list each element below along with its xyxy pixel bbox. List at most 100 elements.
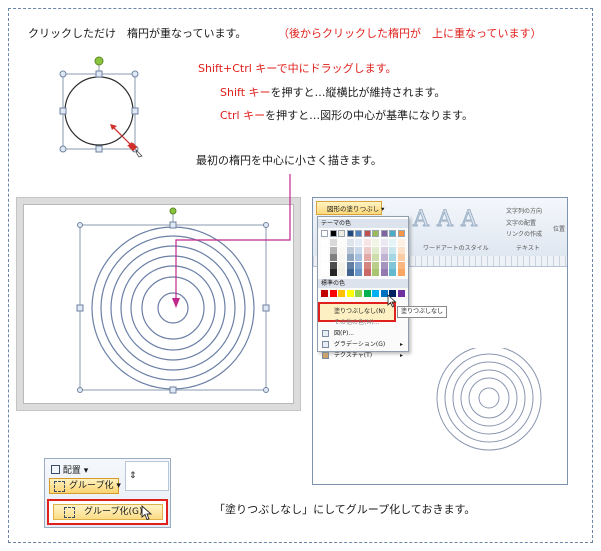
theme-color-shade[interactable]	[329, 246, 337, 254]
menu-other-colors[interactable]: その他の色(M)...	[320, 317, 406, 328]
ribbon-text-group: テキスト	[516, 245, 540, 252]
theme-color-shade[interactable]	[355, 261, 362, 269]
picture-icon	[322, 330, 329, 337]
wordart-style-a3[interactable]: A	[459, 207, 479, 232]
theme-color-shade[interactable]	[355, 254, 362, 261]
theme-color-shade[interactable]	[380, 246, 388, 254]
theme-color-shade[interactable]	[346, 239, 354, 246]
theme-color-shade[interactable]	[389, 254, 396, 261]
submenu-arrow-icon: ▸	[399, 352, 403, 359]
theme-color-swatch[interactable]	[372, 230, 379, 237]
mouse-pointer-icon	[387, 294, 397, 308]
theme-color-shade[interactable]	[380, 261, 388, 269]
concentric-ellipses-no-fill	[436, 348, 542, 451]
theme-color-shade[interactable]	[372, 269, 379, 276]
theme-color-shade[interactable]	[363, 246, 371, 254]
theme-color-shade[interactable]	[329, 261, 337, 269]
standard-color-swatch[interactable]	[329, 290, 337, 297]
theme-color-shade[interactable]	[355, 246, 362, 254]
theme-color-shade[interactable]	[380, 254, 388, 261]
standard-color-swatch[interactable]	[338, 290, 345, 297]
theme-color-shade[interactable]	[321, 254, 328, 261]
standard-color-swatch[interactable]	[355, 290, 362, 297]
theme-color-shade[interactable]	[389, 239, 396, 246]
theme-color-swatch[interactable]	[321, 230, 328, 237]
theme-color-shade[interactable]	[389, 269, 396, 276]
standard-color-swatch[interactable]	[363, 290, 371, 297]
menu-texture[interactable]: テクスチャ(T) ▸	[320, 350, 406, 361]
theme-color-shade[interactable]	[329, 269, 337, 276]
theme-color-shade[interactable]	[372, 246, 379, 254]
menu-picture[interactable]: 図(P)...	[320, 328, 406, 339]
theme-color-shade[interactable]	[355, 269, 362, 276]
theme-color-shade[interactable]	[338, 269, 345, 276]
theme-color-shade[interactable]	[397, 246, 405, 254]
arrange-icon	[51, 465, 60, 474]
theme-color-shade[interactable]	[346, 269, 354, 276]
theme-color-shade[interactable]	[363, 239, 371, 246]
theme-color-shade[interactable]	[389, 246, 396, 254]
wordart-style-a1[interactable]: A	[411, 207, 431, 232]
standard-colors-header: 標準の色	[318, 279, 408, 288]
theme-color-swatch[interactable]	[329, 230, 337, 237]
size-field[interactable]: ⇕	[125, 461, 169, 491]
theme-color-shade[interactable]	[372, 239, 379, 246]
standard-color-swatch[interactable]	[372, 290, 379, 297]
theme-colors-header: テーマの色	[318, 219, 408, 228]
theme-color-swatch[interactable]	[346, 230, 354, 237]
ribbon-text-direction[interactable]: 文字列の方向	[506, 206, 542, 215]
theme-color-swatch[interactable]	[363, 230, 371, 237]
picture-label: 図(P)...	[334, 330, 355, 337]
theme-color-shade[interactable]	[321, 269, 328, 276]
group-button[interactable]: グループ化 ▾	[49, 478, 121, 494]
theme-color-shade[interactable]	[329, 239, 337, 246]
shape-fill-button[interactable]: 図形の塗りつぶし ▾	[316, 201, 384, 215]
theme-color-shade[interactable]	[389, 261, 396, 269]
theme-color-shade[interactable]	[380, 269, 388, 276]
theme-color-shade[interactable]	[397, 261, 405, 269]
theme-color-swatch[interactable]	[389, 230, 396, 237]
theme-color-shade[interactable]	[338, 246, 345, 254]
theme-color-shade[interactable]	[338, 261, 345, 269]
menu-gradient[interactable]: グラデーション(G) ▸	[320, 339, 406, 350]
theme-color-swatch[interactable]	[338, 230, 345, 237]
theme-color-shade[interactable]	[346, 254, 354, 261]
theme-color-shade[interactable]	[380, 239, 388, 246]
theme-color-swatch[interactable]	[355, 230, 362, 237]
arrange-button[interactable]: 配置 ▾	[51, 463, 88, 476]
theme-color-shade[interactable]	[363, 254, 371, 261]
standard-color-swatch[interactable]	[321, 290, 328, 297]
theme-color-shade[interactable]	[363, 269, 371, 276]
standard-color-swatch[interactable]	[397, 290, 405, 297]
theme-color-shade[interactable]	[372, 254, 379, 261]
ribbon-position[interactable]: 位置	[553, 224, 565, 233]
standard-color-swatch[interactable]	[346, 290, 354, 297]
theme-color-shade[interactable]	[346, 246, 354, 254]
theme-color-shade[interactable]	[338, 254, 345, 261]
arrange-label: 配置	[62, 466, 81, 476]
submenu-arrow-icon: ▸	[399, 341, 403, 348]
theme-color-shade[interactable]	[321, 246, 328, 254]
theme-color-shade[interactable]	[372, 261, 379, 269]
ribbon-create-link[interactable]: リンクの作成	[506, 229, 542, 238]
theme-color-shade[interactable]	[355, 239, 362, 246]
texture-label: テクスチャ(T)	[334, 352, 373, 359]
theme-color-swatch[interactable]	[380, 230, 388, 237]
theme-color-shade[interactable]	[397, 269, 405, 276]
theme-color-shade[interactable]	[346, 261, 354, 269]
theme-color-shade[interactable]	[321, 239, 328, 246]
gradient-label: グラデーション(G)	[334, 341, 386, 348]
theme-color-shade[interactable]	[363, 261, 371, 269]
theme-color-shade[interactable]	[397, 239, 405, 246]
theme-color-shade[interactable]	[338, 239, 345, 246]
no-fill-tooltip: 塗りつぶしなし	[397, 306, 448, 318]
theme-color-shade[interactable]	[329, 254, 337, 261]
ribbon-text-align[interactable]: 文字の配置	[506, 218, 536, 227]
ribbon-wordart-group: ワードアートのスタイル	[423, 245, 489, 252]
group-menu-highlight: グループ化(G)	[47, 499, 168, 525]
theme-color-shade[interactable]	[397, 254, 405, 261]
theme-color-shade[interactable]	[321, 261, 328, 269]
gradient-icon	[322, 341, 329, 348]
wordart-style-a2[interactable]: A	[435, 207, 455, 232]
theme-color-swatch[interactable]	[397, 230, 405, 237]
